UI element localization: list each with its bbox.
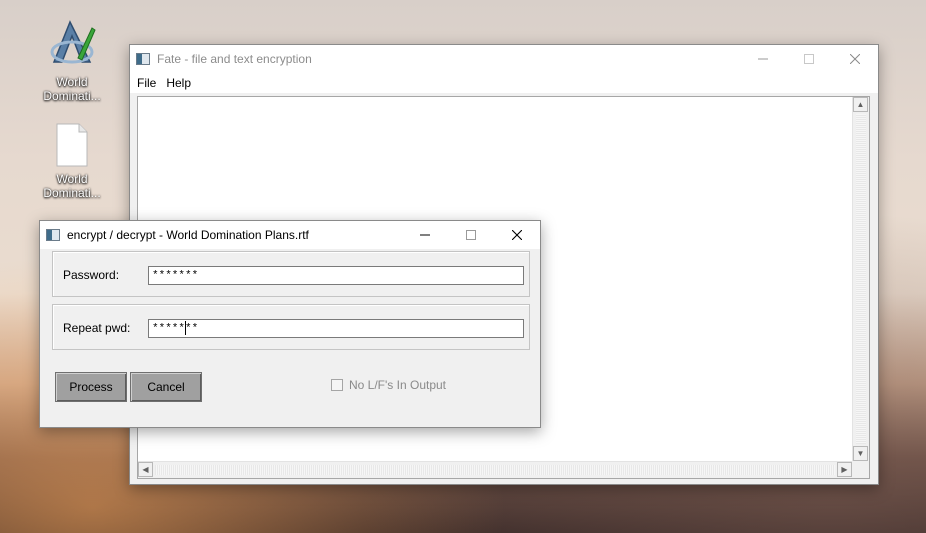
- scroll-right-button[interactable]: ▶: [837, 462, 852, 477]
- menubar: File Help: [130, 73, 878, 93]
- maximize-icon: [804, 54, 814, 64]
- close-button[interactable]: [832, 45, 878, 73]
- no-lf-checkbox[interactable]: [331, 379, 343, 391]
- menu-help[interactable]: Help: [161, 76, 196, 90]
- process-button[interactable]: Process: [55, 372, 127, 402]
- vertical-scrollbar[interactable]: ▲ ▼: [852, 97, 869, 461]
- password-group: Password:: [52, 251, 530, 297]
- main-window-title: Fate - file and text encryption: [157, 52, 312, 66]
- dialog-close-button[interactable]: [494, 221, 540, 249]
- vertical-scroll-track[interactable]: [856, 114, 866, 444]
- app-window-icon: [136, 53, 150, 65]
- main-titlebar[interactable]: Fate - file and text encryption: [130, 45, 878, 73]
- password-label: Password:: [63, 268, 120, 282]
- scroll-left-button[interactable]: ◀: [138, 462, 153, 477]
- repeat-password-input[interactable]: [148, 319, 524, 338]
- repeat-password-group: Repeat pwd:: [52, 304, 530, 350]
- menu-file[interactable]: File: [132, 76, 161, 90]
- minimize-icon: [758, 58, 768, 60]
- close-icon: [512, 230, 522, 240]
- minimize-button[interactable]: [740, 45, 786, 73]
- scroll-down-button[interactable]: ▼: [853, 446, 868, 461]
- scroll-up-button[interactable]: ▲: [853, 97, 868, 112]
- scroll-corner: [852, 461, 869, 478]
- dialog-app-icon: [46, 229, 60, 241]
- dialog-title: encrypt / decrypt - World Domination Pla…: [67, 228, 309, 242]
- password-input[interactable]: [148, 266, 524, 285]
- close-icon: [850, 54, 860, 64]
- desktop-icon-app-label-1: World: [56, 75, 88, 89]
- dialog-minimize-button[interactable]: [402, 221, 448, 249]
- no-lf-checkbox-row[interactable]: No L/F's In Output: [331, 378, 446, 392]
- text-caret: [185, 321, 186, 335]
- minimize-icon: [420, 234, 430, 236]
- desktop-icon-document[interactable]: World Dominati...: [37, 123, 107, 200]
- maximize-icon: [466, 230, 476, 240]
- desktop-icon-document-label-2: Dominati...: [43, 186, 101, 200]
- dialog-titlebar[interactable]: encrypt / decrypt - World Domination Pla…: [40, 221, 540, 249]
- desktop-icon-app[interactable]: World Dominati...: [37, 18, 107, 103]
- encrypt-dialog: encrypt / decrypt - World Domination Pla…: [39, 220, 541, 428]
- desktop-icon-app-label-2: Dominati...: [43, 89, 101, 103]
- app-shortcut-icon: [37, 18, 107, 73]
- maximize-button[interactable]: [786, 45, 832, 73]
- horizontal-scroll-track[interactable]: [155, 465, 835, 475]
- no-lf-checkbox-label: No L/F's In Output: [349, 378, 447, 392]
- dialog-maximize-button[interactable]: [448, 221, 494, 249]
- document-file-icon: [37, 123, 107, 170]
- horizontal-scrollbar[interactable]: ◀ ▶: [138, 461, 852, 478]
- repeat-password-label: Repeat pwd:: [63, 321, 131, 335]
- desktop-icon-document-label-1: World: [56, 172, 88, 186]
- cancel-button[interactable]: Cancel: [130, 372, 202, 402]
